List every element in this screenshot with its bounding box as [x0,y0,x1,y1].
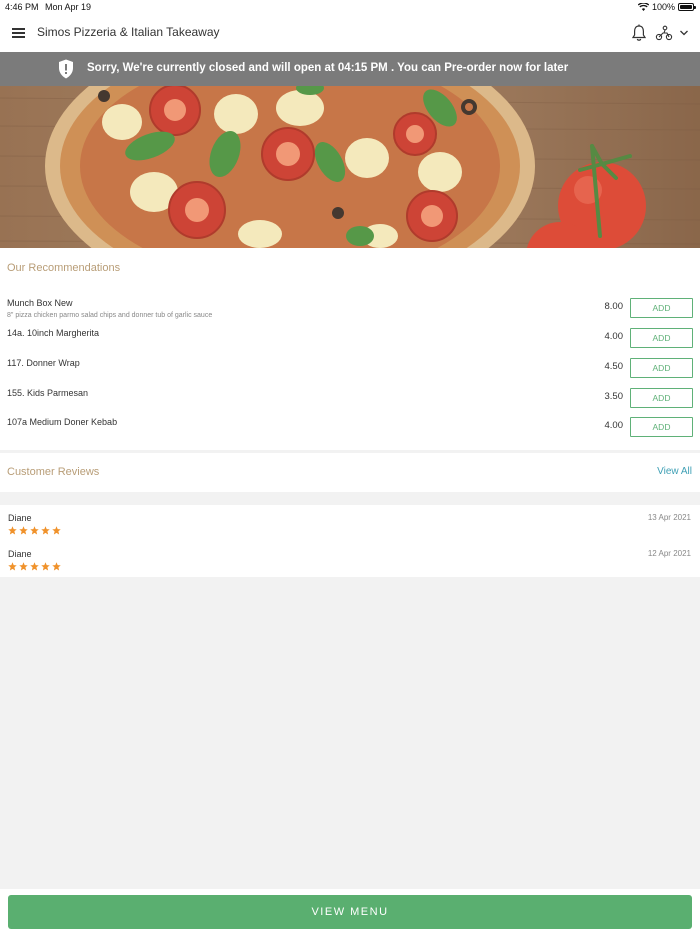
bell-icon[interactable] [631,24,647,42]
star-rating [8,562,61,571]
reviews-list: Diane 13 Apr 2021 Diane 12 Apr 2021 [0,505,700,577]
reviewer-name: Diane [8,549,32,559]
recommendations-section: Our Recommendations Munch Box New 8" piz… [0,248,700,450]
reviewer-name: Diane [8,513,32,523]
star-rating [8,526,61,535]
restaurant-title: Simos Pizzeria & Italian Takeaway [37,25,220,39]
bottom-action-bar: VIEW MENU [0,889,700,934]
item-name: 155. Kids Parmesan [7,388,89,398]
status-date: Mon Apr 19 [45,2,92,12]
item-name: Munch Box New [7,298,73,308]
wifi-icon [637,3,649,11]
star-icon [30,562,39,571]
star-icon [19,526,28,535]
star-icon [8,562,17,571]
reviews-header: Customer Reviews View All [0,453,700,492]
recommendation-item: 107a Medium Doner Kebab 4.00 ADD [0,417,700,447]
recommendation-item: Munch Box New 8" pizza chicken parmo sal… [0,298,700,328]
status-time: 4:46 PM [5,2,39,12]
item-price: 4.50 [604,361,624,372]
star-icon [8,526,17,535]
hero-pizza-image [0,86,700,248]
recommendation-item: 14a. 10inch Margherita 4.00 ADD [0,328,700,358]
battery-percent: 100% [651,2,675,12]
hamburger-menu-icon[interactable] [12,27,26,39]
chevron-down-icon[interactable] [679,28,689,38]
star-icon [30,526,39,535]
item-price: 3.50 [604,391,624,402]
recommendations-title: Our Recommendations [7,262,121,274]
add-button[interactable]: ADD [630,388,693,408]
item-name: 117. Donner Wrap [7,358,80,368]
closed-notice-banner: Sorry, We're currently closed and will o… [0,52,700,86]
add-button[interactable]: ADD [630,358,693,378]
view-all-reviews-link[interactable]: View All [657,466,692,477]
item-name: 107a Medium Doner Kebab [7,417,118,427]
star-icon [52,562,61,571]
recommendation-item: 117. Donner Wrap 4.50 ADD [0,358,700,388]
battery-icon [678,3,696,11]
item-price: 4.00 [604,331,624,342]
add-button[interactable]: ADD [630,298,693,318]
star-icon [41,526,50,535]
star-icon [41,562,50,571]
add-button[interactable]: ADD [630,417,693,437]
review-date: 13 Apr 2021 [647,513,691,522]
review-date: 12 Apr 2021 [647,549,691,558]
star-icon [19,562,28,571]
review-item: Diane 12 Apr 2021 [0,541,700,575]
recommendation-item: 155. Kids Parmesan 3.50 ADD [0,388,700,418]
reviews-title: Customer Reviews [7,466,100,478]
item-name: 14a. 10inch Margherita [7,328,100,338]
add-button[interactable]: ADD [630,328,693,348]
shield-alert-icon [59,59,73,79]
item-description: 8" pizza chicken parmo salad chips and d… [7,312,213,319]
app-header: Simos Pizzeria & Italian Takeaway [0,14,700,52]
status-bar: 4:46 PM Mon Apr 19 100% [0,0,700,14]
star-icon [52,526,61,535]
view-menu-button[interactable]: VIEW MENU [8,895,692,929]
item-price: 4.00 [604,420,624,431]
closed-message: Sorry, We're currently closed and will o… [87,62,569,74]
item-price: 8.00 [604,301,624,312]
status-indicators: 100% [637,2,696,12]
review-item: Diane 13 Apr 2021 [0,505,700,539]
delivery-scooter-icon[interactable] [655,25,673,41]
